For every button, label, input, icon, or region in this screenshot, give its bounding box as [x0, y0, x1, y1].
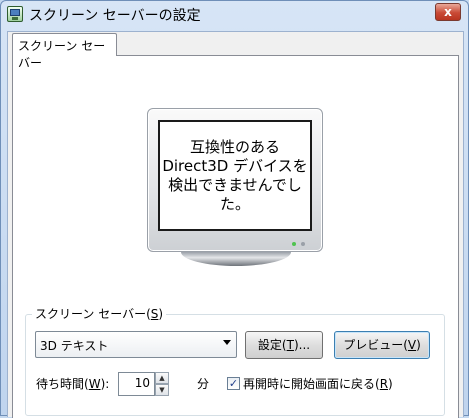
- power-led-icon: [292, 242, 296, 246]
- preview-message-line: Direct3D デバイスを: [162, 156, 308, 175]
- screensaver-groupbox: [25, 314, 445, 416]
- preview-message-line: 検出できませんでし: [168, 175, 302, 194]
- chevron-down-icon[interactable]: [223, 340, 231, 345]
- preview-button[interactable]: プレビュー(V): [334, 331, 430, 359]
- settings-button[interactable]: 設定(T)...: [245, 331, 323, 359]
- screensaver-group-label: スクリーン セーバー(S): [32, 305, 167, 322]
- preview-screen: 互換性のある Direct3D デバイスを 検出できませんでし た。: [158, 120, 312, 231]
- window-title: スクリーン セーバーの設定: [29, 8, 201, 24]
- wait-label: 待ち時間(W):: [36, 377, 110, 391]
- screensaver-select-value: 3D テキスト: [40, 339, 109, 353]
- resume-checkbox-label[interactable]: 再開時に開始画面に戻る(R): [243, 375, 393, 392]
- wait-minutes-input[interactable]: 10: [118, 372, 155, 396]
- minutes-unit-label: 分: [197, 377, 210, 391]
- preview-message: 互換性のある Direct3D デバイスを 検出できませんでし た。: [162, 138, 308, 214]
- spin-down-icon[interactable]: ▼: [155, 384, 169, 396]
- button-dot-icon: [301, 242, 305, 246]
- tab-screen-saver[interactable]: スクリーン セーバー: [12, 33, 117, 70]
- close-button[interactable]: x: [435, 3, 461, 21]
- monitor-preview: 互換性のある Direct3D デバイスを 検出できませんでし た。: [147, 108, 323, 252]
- preview-message-line: 互換性のある: [189, 137, 280, 156]
- title-bar[interactable]: スクリーン セーバーの設定 x: [1, 1, 468, 29]
- screensaver-select[interactable]: 3D テキスト: [35, 331, 237, 358]
- screen-saver-icon: [7, 6, 23, 22]
- resume-checkbox[interactable]: ✓: [227, 377, 240, 390]
- spin-up-icon[interactable]: ▲: [155, 372, 169, 384]
- preview-message-line: た。: [219, 194, 250, 213]
